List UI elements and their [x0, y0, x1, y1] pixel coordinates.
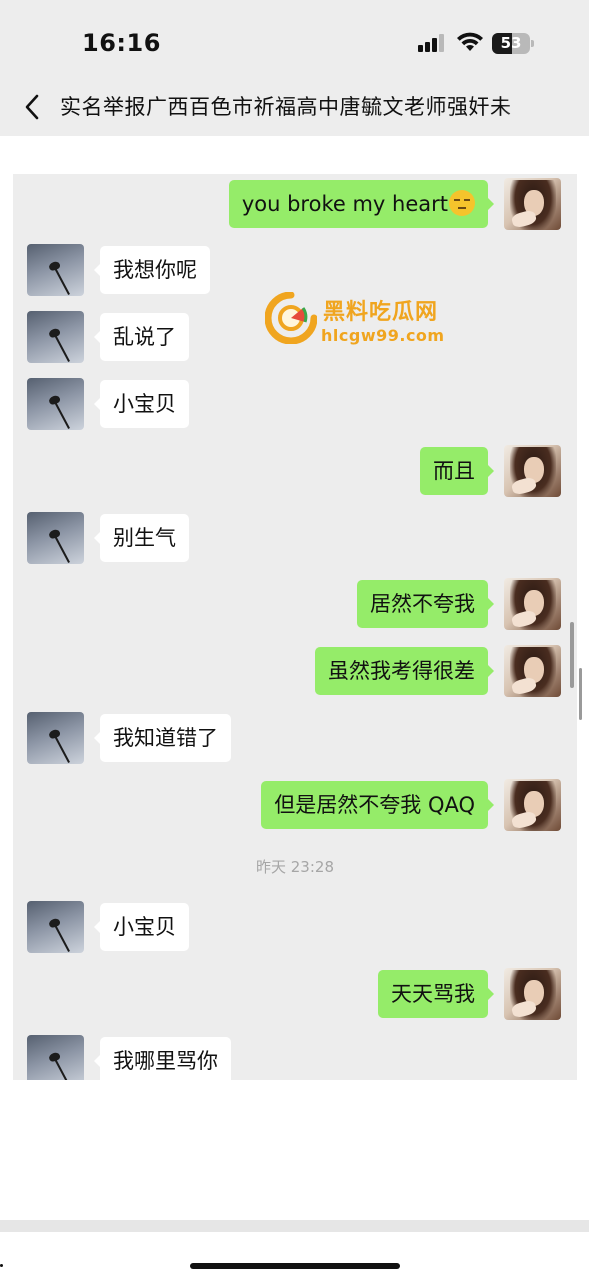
- message-row-right: 而且: [13, 445, 577, 497]
- contact-avatar[interactable]: [27, 712, 84, 764]
- pensive-face-icon: [449, 190, 475, 216]
- message-text: 小宝贝: [113, 915, 176, 939]
- edge-dot: [0, 1264, 3, 1267]
- watermelon-logo-icon: [265, 292, 317, 344]
- self-avatar[interactable]: [504, 445, 561, 497]
- message-text: 别生气: [113, 526, 176, 550]
- contact-avatar[interactable]: [27, 1035, 84, 1080]
- watermark-title: 黑料吃瓜网: [323, 300, 439, 325]
- battery-icon: 53: [492, 33, 534, 54]
- message-bubble[interactable]: 我哪里骂你: [94, 1037, 231, 1080]
- scrollbar-thumb[interactable]: [570, 622, 574, 688]
- message-row-right: you broke my heart: [13, 178, 577, 230]
- watermark-url: hlcgw99.com: [321, 326, 445, 345]
- status-bar: 16:16 53: [0, 0, 589, 82]
- contact-avatar[interactable]: [27, 901, 84, 953]
- message-text: 我哪里骂你: [113, 1049, 218, 1073]
- message-text: 我知道错了: [113, 726, 218, 750]
- message-row-right: 但是居然不夸我 QAQ: [13, 779, 577, 831]
- contact-avatar[interactable]: [27, 512, 84, 564]
- message-text: 乱说了: [113, 325, 176, 349]
- self-avatar[interactable]: [504, 779, 561, 831]
- message-row-left: 我想你呢: [13, 244, 577, 296]
- self-avatar[interactable]: [504, 645, 561, 697]
- message-bubble[interactable]: 乱说了: [94, 313, 189, 361]
- message-row-right: 虽然我考得很差: [13, 645, 577, 697]
- home-indicator[interactable]: [190, 1263, 400, 1269]
- self-avatar[interactable]: [504, 968, 561, 1020]
- message-bubble[interactable]: 天天骂我: [378, 970, 494, 1018]
- battery-level: 53: [500, 34, 522, 52]
- message-text: 天天骂我: [391, 982, 475, 1006]
- message-row-left: 我哪里骂你: [13, 1035, 577, 1080]
- contact-avatar[interactable]: [27, 378, 84, 430]
- message-text: 而且: [433, 459, 475, 483]
- navigation-bar: 实名举报广西百色市祈福高中唐毓文老师强奸未: [0, 82, 589, 136]
- contact-avatar[interactable]: [27, 244, 84, 296]
- message-bubble[interactable]: 但是居然不夸我 QAQ: [261, 781, 494, 829]
- chat-timestamp: 昨天 23:28: [256, 858, 334, 876]
- message-text: 小宝贝: [113, 392, 176, 416]
- message-row-left: 别生气: [13, 512, 577, 564]
- bottom-area: [0, 1220, 589, 1280]
- message-bubble[interactable]: 而且: [420, 447, 494, 495]
- message-bubble[interactable]: 别生气: [94, 514, 189, 562]
- message-bubble[interactable]: 小宝贝: [94, 380, 189, 428]
- message-text: you broke my heart: [241, 192, 448, 216]
- message-bubble[interactable]: 小宝贝: [94, 903, 189, 951]
- message-bubble[interactable]: 居然不夸我: [357, 580, 494, 628]
- cellular-signal-icon: [418, 34, 446, 52]
- message-text: 居然不夸我: [370, 592, 475, 616]
- message-text: 但是居然不夸我 QAQ: [274, 793, 475, 817]
- message-row-left: 小宝贝: [13, 901, 577, 953]
- status-time: 16:16: [82, 29, 161, 57]
- chevron-left-icon[interactable]: [20, 92, 44, 122]
- message-row-right: 居然不夸我: [13, 578, 577, 630]
- message-bubble[interactable]: you broke my heart: [228, 180, 495, 228]
- self-avatar[interactable]: [504, 578, 561, 630]
- scrollbar-thumb-secondary[interactable]: [579, 668, 582, 720]
- self-avatar[interactable]: [504, 178, 561, 230]
- message-text: 我想你呢: [113, 258, 197, 282]
- wifi-icon: [457, 32, 483, 51]
- message-bubble[interactable]: 我知道错了: [94, 714, 231, 762]
- message-row-left: 我知道错了: [13, 712, 577, 764]
- message-text: 虽然我考得很差: [328, 659, 475, 683]
- message-row-right: 天天骂我: [13, 968, 577, 1020]
- page-title: 实名举报广西百色市祈福高中唐毓文老师强奸未: [60, 95, 512, 119]
- watermark: 黑料吃瓜网 hlcgw99.com: [265, 292, 465, 352]
- message-bubble[interactable]: 我想你呢: [94, 246, 210, 294]
- message-row-left: 小宝贝: [13, 378, 577, 430]
- message-bubble[interactable]: 虽然我考得很差: [315, 647, 494, 695]
- contact-avatar[interactable]: [27, 311, 84, 363]
